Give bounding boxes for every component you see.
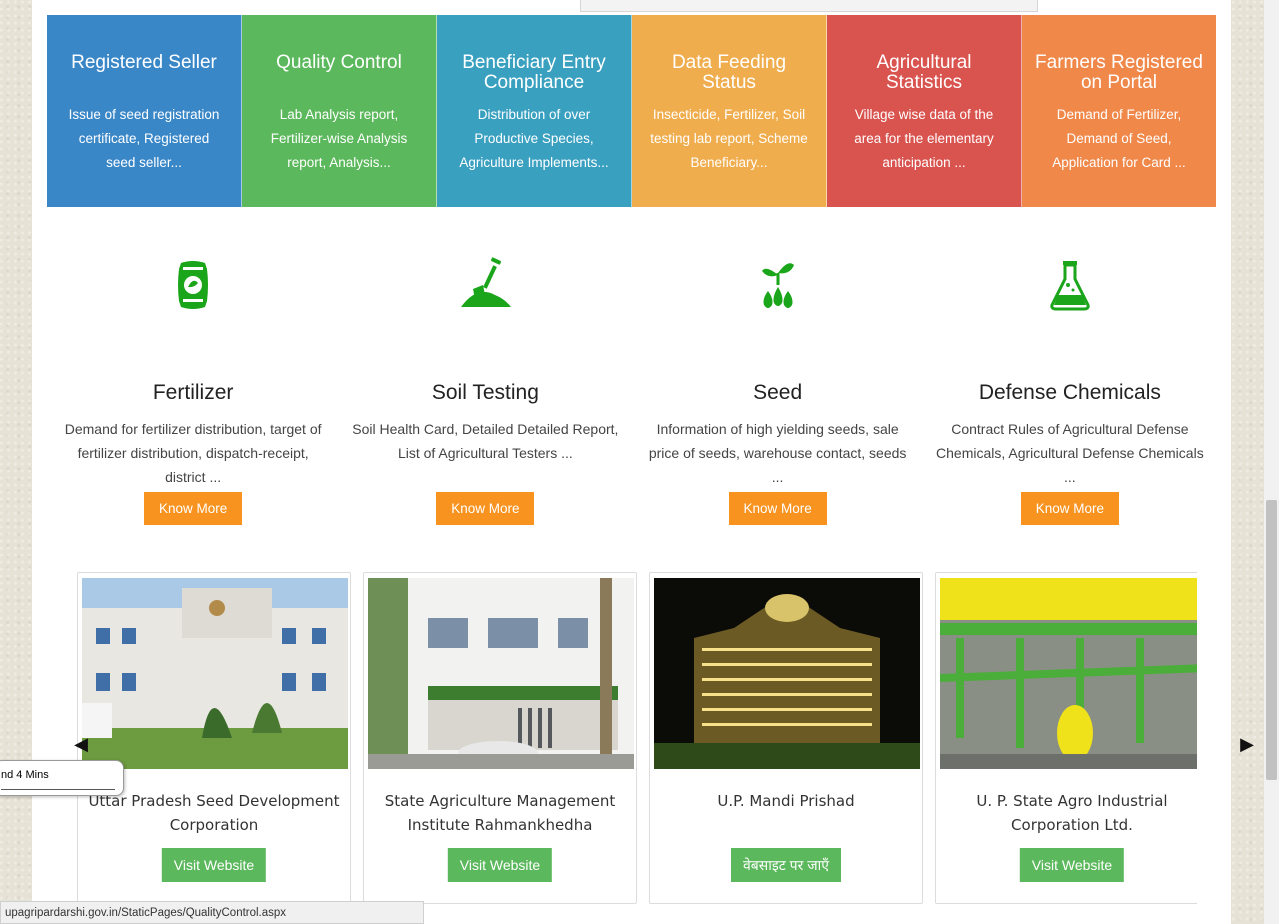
- visit-website-button[interactable]: वेबसाइट पर जाएँ: [730, 848, 842, 882]
- feature-description: Information of high yielding seeds, sale…: [648, 421, 907, 485]
- partner-card-management-institute: State Agriculture Management Institute R…: [363, 572, 637, 904]
- tile-title: Farmers Registered on Portal: [1035, 52, 1203, 93]
- session-timer-popup: nd 4 Mins: [0, 760, 124, 796]
- tile-description: Demand of Fertilizer, Demand of Seed, Ap…: [1052, 107, 1186, 170]
- seed-sprout-icon: [761, 263, 794, 308]
- partner-title: Uttar Pradesh Seed Development Corporati…: [88, 792, 340, 834]
- top-search-bar[interactable]: [580, 0, 1038, 12]
- feature-title: Fertilizer: [152, 381, 234, 404]
- partner-title: State Agriculture Management Institute R…: [384, 792, 616, 834]
- tile-title: Registered Seller: [71, 52, 217, 73]
- tile-beneficiary-entry[interactable]: Beneficiary Entry Compliance Distributio…: [437, 15, 632, 207]
- feature-seed: Seed Information of high yielding seeds,…: [632, 255, 924, 535]
- feature-title: Seed: [753, 381, 803, 404]
- feature-defense-chemicals: Defense Chemicals Contract Rules of Agri…: [924, 255, 1216, 535]
- partner-title: U.P. Mandi Prishad: [717, 792, 855, 810]
- page-content: Registered Seller Issue of seed registra…: [32, 0, 1254, 924]
- visit-website-button[interactable]: Visit Website: [161, 848, 267, 882]
- tile-description: Insecticide, Fertilizer, Soil testing la…: [650, 107, 808, 170]
- feature-description: Demand for fertilizer distribution, targ…: [64, 421, 322, 485]
- partner-card-mandi-prishad: U.P. Mandi Prishad वेबसाइट पर जाएँ: [649, 572, 923, 904]
- scrollbar-thumb[interactable]: [1266, 500, 1277, 780]
- tile-title: Data Feeding Status: [671, 52, 787, 93]
- partner-card-agro-industrial: U. P. State Agro Industrial Corporation …: [935, 572, 1197, 904]
- partner-title: U. P. State Agro Industrial Corporation …: [976, 792, 1168, 834]
- visit-website-button[interactable]: Visit Website: [1019, 848, 1125, 882]
- tile-title: Beneficiary Entry Compliance: [462, 52, 606, 93]
- carousel-prev-arrow-icon[interactable]: ◀: [72, 734, 90, 754]
- know-more-button[interactable]: Know More: [436, 492, 535, 525]
- shovel-soil-icon: [461, 257, 512, 307]
- visit-website-button[interactable]: Visit Website: [447, 848, 553, 882]
- tile-farmers-registered[interactable]: Farmers Registered on Portal Demand of F…: [1022, 15, 1216, 207]
- browser-status-bar: upagripardarshi.gov.in/StaticPages/Quali…: [0, 901, 424, 924]
- mandi-prishad-building-image: [654, 578, 920, 769]
- agro-industrial-equipment-image: [940, 578, 1197, 769]
- feature-title: Defense Chemicals: [978, 381, 1161, 404]
- know-more-button[interactable]: Know More: [144, 492, 243, 525]
- tile-description: Distribution of over Productive Species,…: [459, 107, 609, 170]
- feature-section: Fertilizer Demand for fertilizer distrib…: [47, 255, 1216, 535]
- feature-description: Contract Rules of Agricultural Defense C…: [936, 421, 1204, 485]
- tile-data-feeding-status[interactable]: Data Feeding Status Insecticide, Fertili…: [632, 15, 827, 207]
- tile-description: Issue of seed registration certificate, …: [68, 107, 220, 170]
- feature-fertilizer: Fertilizer Demand for fertilizer distrib…: [47, 255, 339, 535]
- feature-title: Soil Testing: [431, 381, 539, 404]
- tile-agricultural-statistics[interactable]: Agricultural Statistics Village wise dat…: [827, 15, 1022, 207]
- know-more-button[interactable]: Know More: [728, 492, 827, 525]
- feature-description: Soil Health Card, Detailed Detailed Repo…: [352, 421, 619, 461]
- tile-quality-control[interactable]: Quality Control Lab Analysis report, Fer…: [242, 15, 437, 207]
- tile-registered-seller[interactable]: Registered Seller Issue of seed registra…: [47, 15, 242, 207]
- carousel-next-arrow-icon[interactable]: ▶: [1238, 734, 1256, 754]
- tile-description: Lab Analysis report, Fertilizer-wise Ana…: [270, 107, 408, 170]
- tile-title: Quality Control: [276, 52, 402, 73]
- service-tiles: Registered Seller Issue of seed registra…: [47, 15, 1216, 207]
- session-timer-progress: [1, 789, 115, 790]
- partner-card-seed-corporation: Uttar Pradesh Seed Development Corporati…: [77, 572, 351, 904]
- management-institute-building-image: [368, 578, 634, 769]
- vertical-scrollbar[interactable]: [1264, 0, 1279, 924]
- flask-icon: [1050, 261, 1090, 311]
- tile-description: Village wise data of the area for the el…: [854, 107, 994, 170]
- know-more-button[interactable]: Know More: [1020, 492, 1119, 525]
- feature-soil-testing: Soil Testing Soil Health Card, Detailed …: [339, 255, 631, 535]
- seed-corporation-building-image: [82, 578, 348, 769]
- partner-carousel: Uttar Pradesh Seed Development Corporati…: [77, 572, 1197, 906]
- tile-title: Agricultural Statistics: [876, 52, 972, 93]
- fertilizer-bag-icon: [178, 261, 209, 309]
- session-timer-text: nd 4 Mins: [1, 769, 49, 781]
